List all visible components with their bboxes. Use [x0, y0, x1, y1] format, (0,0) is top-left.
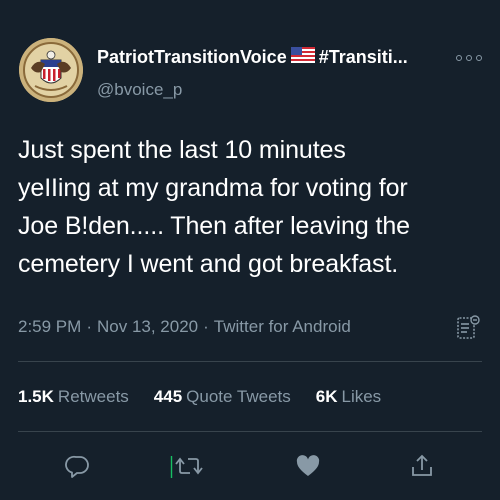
retweets-count: 1.5K — [18, 387, 54, 406]
tweet-text-line: Just spent the last 10 minutes — [18, 136, 346, 164]
likes-label: Likes — [341, 387, 382, 406]
likes-count: 6K — [315, 387, 338, 406]
retweet-icon[interactable] — [170, 452, 206, 480]
display-name-hashtag: #Transiti... — [318, 47, 408, 67]
tweet-source[interactable]: Twitter for Android — [214, 317, 351, 336]
divider — [18, 361, 482, 362]
user-handle[interactable]: @bvoice_p — [97, 80, 182, 100]
eagle-seal-avatar — [19, 38, 83, 102]
reply-icon[interactable] — [64, 452, 92, 480]
tweet-text: Just spent the last 10 minutes yeIIing a… — [18, 131, 488, 283]
retweets-label: Retweets — [57, 387, 129, 406]
share-icon[interactable] — [408, 452, 436, 480]
tweet-meta: 2:59 PM · Nov 13, 2020 · Twitter for Android — [18, 317, 351, 337]
quote-tweets-label: Quote Tweets — [186, 387, 291, 406]
meta-separator: · — [86, 317, 92, 336]
display-name[interactable]: PatriotTransitionVoice — [97, 47, 287, 68]
quote-tweets-stat[interactable]: 445 Quote Tweets — [154, 387, 291, 407]
us-flag-icon — [290, 47, 315, 68]
avatar[interactable] — [19, 38, 83, 102]
tweet: PatriotTransitionVoice #Transiti... @bvo… — [0, 0, 500, 500]
more-icon[interactable] — [456, 53, 482, 63]
likes-stat[interactable]: 6K Likes — [316, 387, 381, 407]
tweet-text-line: Joe B!den..... Then after leaving the — [18, 212, 410, 240]
retweets-stat[interactable]: 1.5K Retweets — [18, 387, 129, 407]
meta-separator: · — [203, 317, 209, 336]
quote-tweets-count: 445 — [153, 387, 183, 406]
tweet-text-line: cemetery I went and got breakfast. — [18, 250, 399, 278]
divider — [18, 431, 482, 432]
tweet-actions — [0, 448, 500, 484]
tweet-analytics-icon[interactable] — [454, 314, 482, 342]
tweet-text-line: yeIIing at my grandma for voting for — [18, 174, 408, 202]
tweet-date[interactable]: Nov 13, 2020 — [97, 317, 198, 336]
name-row: PatriotTransitionVoice #Transiti... — [97, 47, 427, 68]
tweet-stats: 1.5K Retweets 445 Quote Tweets 6K Likes — [18, 387, 406, 407]
tweet-time[interactable]: 2:59 PM — [18, 317, 81, 336]
like-icon[interactable] — [294, 452, 322, 480]
